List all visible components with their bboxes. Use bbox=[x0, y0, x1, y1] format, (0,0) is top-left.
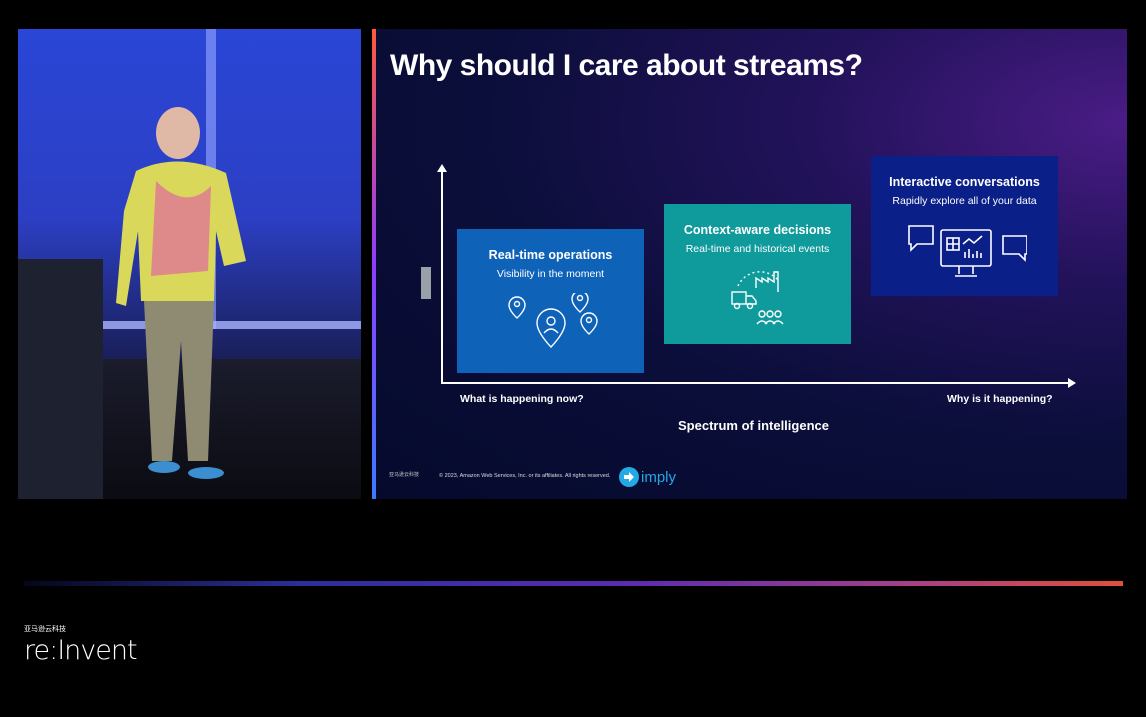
x-axis-left-label: What is happening now? bbox=[460, 393, 584, 405]
card-title: Context-aware decisions bbox=[683, 223, 832, 237]
presentation-slide: Why should I care about streams? Real-ti… bbox=[372, 29, 1127, 499]
y-axis-arrow bbox=[437, 164, 447, 172]
y-axis-line bbox=[441, 171, 443, 383]
partner-brand-name: imply bbox=[641, 468, 677, 486]
x-axis-line bbox=[441, 382, 1068, 384]
location-pins-icon bbox=[508, 293, 598, 348]
gradient-divider bbox=[24, 581, 1123, 586]
card-subtitle: Visibility in the moment bbox=[496, 268, 605, 280]
x-axis-arrow bbox=[1068, 378, 1076, 388]
copyright-text: © 2023, Amazon Web Services, Inc. or its… bbox=[439, 473, 611, 479]
speaker-video-panel bbox=[18, 29, 361, 499]
card-context-aware-decisions: Context-aware decisions Real-time and hi… bbox=[664, 204, 851, 344]
chat-dashboard-icon bbox=[908, 225, 1027, 277]
lectern bbox=[18, 259, 103, 499]
card-realtime-operations: Real-time operations Visibility in the m… bbox=[457, 229, 644, 373]
event-logo-name: re:Invent bbox=[24, 635, 138, 666]
event-logo-cn: 亚马逊云科技 bbox=[24, 626, 66, 633]
x-axis-right-label: Why is it happening? bbox=[947, 393, 1053, 405]
card-subtitle: Rapidly explore all of your data bbox=[892, 195, 1037, 207]
slide-title: Why should I care about streams? bbox=[390, 49, 863, 82]
card-subtitle: Real-time and historical events bbox=[685, 243, 830, 255]
x-axis-title: Spectrum of intelligence bbox=[678, 418, 829, 433]
card-title: Real-time operations bbox=[488, 248, 613, 262]
card-title: Interactive conversations bbox=[889, 175, 1040, 189]
arrow-right-icon bbox=[619, 467, 639, 487]
partner-logo: imply bbox=[619, 467, 676, 487]
slide-accent-bar bbox=[372, 29, 376, 499]
speaker-figure bbox=[116, 107, 246, 479]
card-interactive-conversations: Interactive conversations Rapidly explor… bbox=[871, 156, 1058, 296]
footer-small-logo: 亚马逊云科技 bbox=[389, 472, 420, 478]
event-logo: 亚马逊云科技 re:Invent bbox=[24, 624, 138, 666]
truck-factory-icon bbox=[731, 271, 784, 325]
slide-scroll-handle[interactable] bbox=[421, 267, 431, 299]
